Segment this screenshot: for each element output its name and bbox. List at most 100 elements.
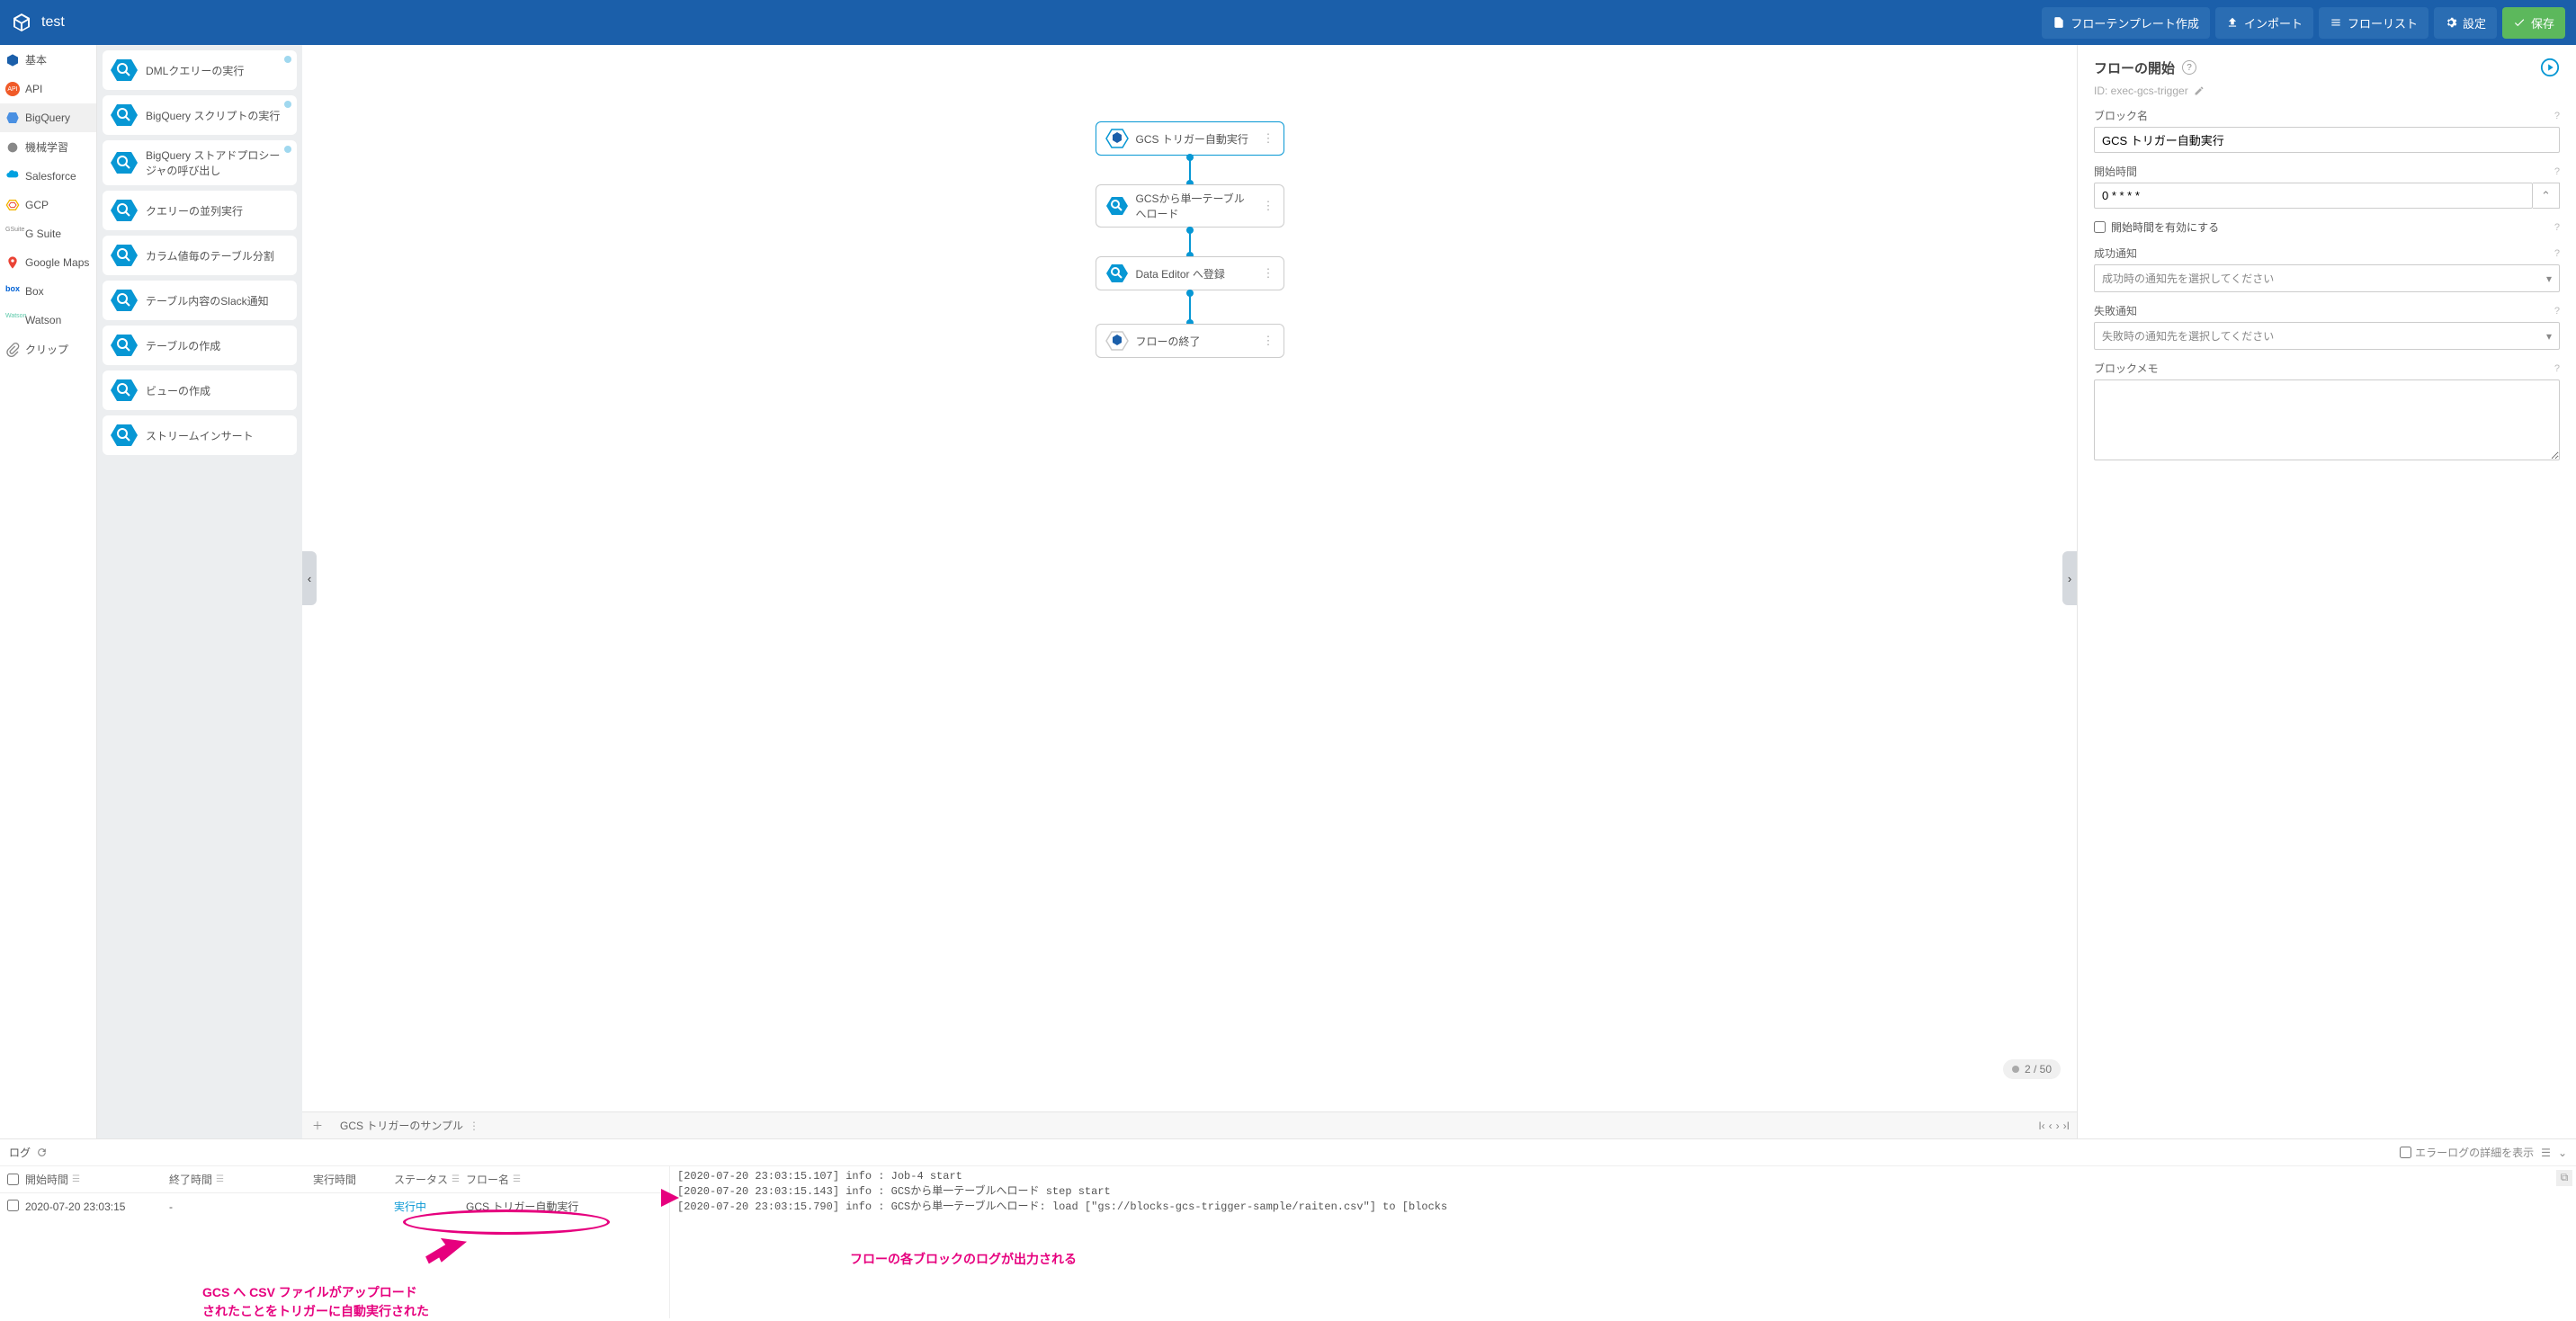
help-icon[interactable]: ? [2554, 166, 2560, 177]
settings-button[interactable]: 設定 [2434, 7, 2497, 39]
help-icon[interactable]: ? [2554, 363, 2560, 374]
flow-node[interactable]: GCSから単一テーブルへロード ⋮ [1096, 184, 1284, 228]
query-icon [1105, 195, 1129, 217]
refresh-icon[interactable] [36, 1147, 48, 1158]
gsuite-icon: GSuite [5, 227, 20, 241]
sidebar-item-box[interactable]: boxBox [0, 277, 96, 306]
flow-canvas[interactable]: ‹ › GCS トリガー自動実行 ⋮ GCSから単一テーブルへロード ⋮ [302, 45, 2077, 1111]
nav-last-icon[interactable]: ›I [2063, 1120, 2070, 1132]
query-icon [110, 243, 139, 268]
node-menu-icon[interactable]: ⋮ [1263, 199, 1275, 213]
enable-start-checkbox[interactable] [2094, 221, 2106, 233]
filter-icon[interactable]: ☰ [513, 1174, 521, 1184]
sidebar-item-salesforce[interactable]: Salesforce [0, 162, 96, 191]
beta-badge-icon [284, 56, 291, 63]
collapse-left-button[interactable]: ‹ [302, 551, 317, 605]
app-logo-icon [11, 12, 32, 33]
palette-item[interactable]: ストリームインサート [103, 415, 297, 455]
palette-item[interactable]: テーブルの作成 [103, 326, 297, 365]
node-menu-icon[interactable]: ⋮ [1263, 334, 1275, 348]
palette-item[interactable]: カラム値毎のテーブル分割 [103, 236, 297, 275]
query-icon [110, 58, 139, 83]
nav-first-icon[interactable]: I‹ [2038, 1120, 2044, 1132]
sidebar-item-clip[interactable]: クリップ [0, 335, 96, 364]
sidebar-item-bigquery[interactable]: BigQuery [0, 103, 96, 132]
palette-item[interactable]: DMLクエリーの実行 [103, 50, 297, 90]
log-table: 開始時間☰ 終了時間☰ 実行時間 ステータス☰ フロー名☰ 2020-07-20… [0, 1166, 670, 1318]
end-icon [1105, 330, 1129, 352]
panel-title: フローの開始 [2094, 58, 2175, 77]
failure-notify-select[interactable]: 失敗時の通知先を選択してください▾ [2094, 322, 2560, 350]
sidebar-item-ml[interactable]: 機械学習 [0, 132, 96, 162]
sidebar-item-googlemaps[interactable]: Google Maps [0, 248, 96, 277]
beta-badge-icon [284, 146, 291, 153]
edit-icon[interactable] [2194, 85, 2205, 96]
block-name-input[interactable] [2094, 127, 2560, 153]
flow-node-end[interactable]: フローの終了 ⋮ [1096, 324, 1284, 358]
status-badge: 実行中 [394, 1201, 426, 1213]
start-time-input[interactable] [2094, 183, 2533, 209]
help-icon[interactable]: ? [2554, 111, 2560, 121]
box-icon: box [5, 284, 20, 299]
sidebar-item-api[interactable]: APIAPI [0, 75, 96, 103]
filter-icon[interactable]: ☰ [216, 1174, 224, 1184]
select-all-checkbox[interactable] [7, 1174, 19, 1185]
palette-item[interactable]: テーブル内容のSlack通知 [103, 281, 297, 320]
block-id: ID: exec-gcs-trigger [2094, 85, 2560, 97]
beta-badge-icon [284, 101, 291, 108]
flow-node-start[interactable]: GCS トリガー自動実行 ⋮ [1096, 121, 1284, 156]
help-icon[interactable]: ? [2554, 222, 2560, 233]
help-icon[interactable]: ? [2182, 60, 2196, 75]
block-memo-textarea[interactable] [2094, 379, 2560, 460]
palette-item[interactable]: クエリーの並列実行 [103, 191, 297, 230]
nav-prev-icon[interactable]: ‹ [2049, 1120, 2053, 1132]
canvas-tab[interactable]: GCS トリガーのサンプル⋮ [333, 1114, 487, 1137]
collapse-right-button[interactable]: › [2062, 551, 2077, 605]
palette-item[interactable]: BigQuery ストアドプロシージャの呼び出し [103, 140, 297, 185]
pin-icon [5, 255, 20, 270]
ml-icon [5, 140, 20, 155]
add-tab-button[interactable]: ＋ [309, 1118, 326, 1134]
query-icon [110, 378, 139, 403]
cube-icon [5, 53, 20, 67]
flow-node[interactable]: Data Editor へ登録 ⋮ [1096, 256, 1284, 290]
annotation-text-right: フローの各ブロックのログが出力される [850, 1252, 1077, 1271]
bigquery-icon [5, 111, 20, 125]
create-template-button[interactable]: フローテンプレート作成 [2042, 7, 2210, 39]
help-icon[interactable]: ? [2554, 306, 2560, 317]
palette-item[interactable]: BigQuery スクリプトの実行 [103, 95, 297, 135]
filter-icon[interactable]: ☰ [72, 1174, 80, 1184]
gcp-icon [5, 198, 20, 212]
salesforce-icon [5, 169, 20, 183]
sidebar-item-basic[interactable]: 基本 [0, 45, 96, 75]
sidebar-item-gsuite[interactable]: GSuiteG Suite [0, 219, 96, 248]
sidebar-item-gcp[interactable]: GCP [0, 191, 96, 219]
copy-icon[interactable]: ⧉ [2556, 1170, 2572, 1186]
run-icon[interactable] [2540, 58, 2560, 77]
annotation-text-left: GCS へ CSV ファイルがアップロード されたことをトリガーに自動実行された [202, 1283, 429, 1321]
error-detail-checkbox[interactable] [2400, 1147, 2411, 1158]
sidebar-item-watson[interactable]: WatsonWatson [0, 306, 96, 335]
save-button[interactable]: 保存 [2502, 7, 2565, 39]
filter-icon[interactable]: ☰ [452, 1174, 460, 1184]
collapse-icon[interactable]: ⌄ [2558, 1147, 2567, 1159]
stepper-up-icon[interactable]: ⌃ [2533, 183, 2560, 209]
success-notify-select[interactable]: 成功時の通知先を選択してください▾ [2094, 264, 2560, 292]
app-title: test [41, 14, 65, 31]
query-icon [110, 288, 139, 313]
help-icon[interactable]: ? [2554, 248, 2560, 259]
query-icon [110, 150, 139, 175]
log-row[interactable]: 2020-07-20 23:03:15 - 実行中 GCS トリガー自動実行 [0, 1193, 669, 1219]
import-button[interactable]: インポート [2215, 7, 2313, 39]
nav-next-icon[interactable]: › [2056, 1120, 2060, 1132]
query-icon [110, 198, 139, 223]
api-icon: API [5, 82, 20, 96]
palette-item[interactable]: ビューの作成 [103, 370, 297, 410]
node-menu-icon[interactable]: ⋮ [1263, 266, 1275, 281]
main-area: 基本 APIAPI BigQuery 機械学習 Salesforce GCP G… [0, 45, 2576, 1138]
node-menu-icon[interactable]: ⋮ [1263, 131, 1275, 146]
filter-icon[interactable]: ☰ [2541, 1147, 2551, 1159]
row-checkbox[interactable] [7, 1200, 19, 1211]
log-panel-title: ログ [9, 1145, 48, 1160]
flowlist-button[interactable]: フローリスト [2319, 7, 2428, 39]
